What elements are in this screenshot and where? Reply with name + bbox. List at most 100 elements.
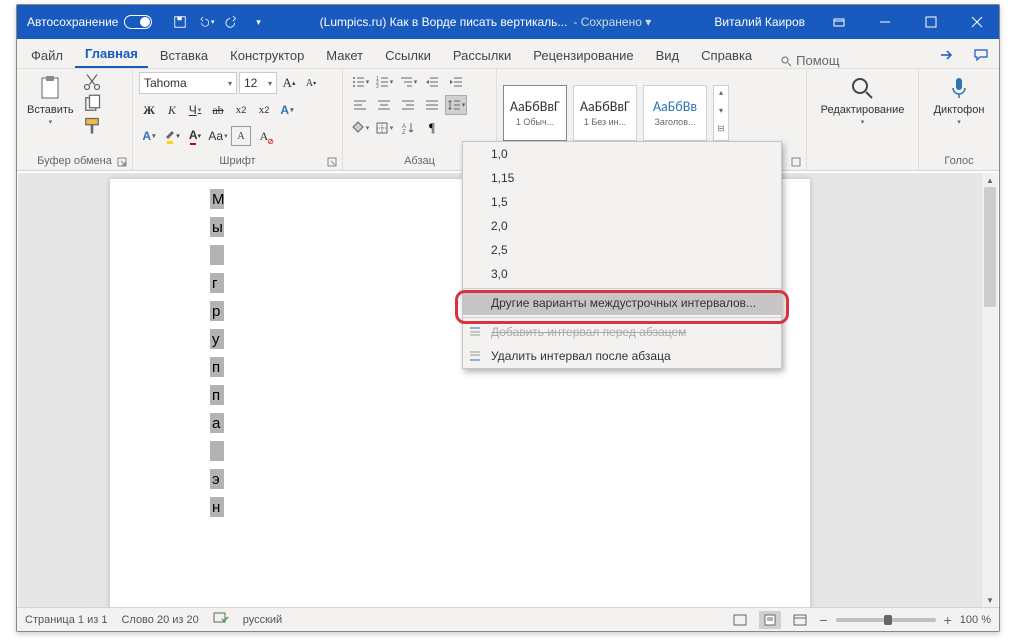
grow-font-icon[interactable]: A▴ xyxy=(279,73,299,93)
font-color-icon[interactable]: A▾ xyxy=(185,126,205,146)
style-no-spacing[interactable]: АаБбВвГ1 Без ин... xyxy=(573,85,637,141)
numbering-icon[interactable]: 123▾ xyxy=(373,72,395,92)
spacing-more-options[interactable]: Другие варианты междустрочных интервалов… xyxy=(463,291,781,315)
font-name-combo[interactable]: Tahoma▾ xyxy=(139,72,237,94)
find-button[interactable]: Редактирование ▾ xyxy=(817,72,909,128)
tab-file[interactable]: Файл xyxy=(21,42,73,68)
style-normal[interactable]: АаБбВвГ1 Обыч... xyxy=(503,85,567,141)
borders-icon[interactable]: ▾ xyxy=(373,118,395,138)
strikethrough-button[interactable]: ab xyxy=(208,100,228,120)
add-before-icon xyxy=(467,325,483,339)
copy-icon[interactable] xyxy=(82,94,102,114)
tab-view[interactable]: Вид xyxy=(646,42,690,68)
superscript-button[interactable]: x2 xyxy=(254,100,274,120)
font-size-combo[interactable]: 12▾ xyxy=(239,72,277,94)
zoom-out-icon[interactable]: − xyxy=(819,612,827,628)
spacing-3-0[interactable]: 3,0 xyxy=(463,262,781,286)
focus-mode-icon[interactable] xyxy=(729,611,751,629)
zoom-in-icon[interactable]: + xyxy=(944,612,952,628)
tab-mailings[interactable]: Рассылки xyxy=(443,42,521,68)
subscript-button[interactable]: x2 xyxy=(231,100,251,120)
highlight-icon[interactable]: ▾ xyxy=(162,126,182,146)
show-marks-icon[interactable]: ¶ xyxy=(421,118,443,138)
word-count[interactable]: Слово 20 из 20 xyxy=(121,614,198,626)
italic-button[interactable]: К xyxy=(162,100,182,120)
close-button[interactable] xyxy=(955,5,999,39)
comments-icon[interactable] xyxy=(963,42,999,68)
user-name[interactable]: Виталий Каиров xyxy=(704,15,815,29)
save-icon[interactable] xyxy=(172,14,188,30)
dictate-button[interactable]: Диктофон ▾ xyxy=(930,72,989,128)
tab-home[interactable]: Главная xyxy=(75,40,148,68)
tab-help[interactable]: Справка xyxy=(691,42,762,68)
title-bar: Автосохранение ▾ ▾ (Lumpics.ru) Как в Во… xyxy=(17,5,999,39)
cut-icon[interactable] xyxy=(82,72,102,92)
bullets-icon[interactable]: ▾ xyxy=(349,72,371,92)
styles-gallery-more[interactable]: ▴▾⊟ xyxy=(713,85,729,141)
text-effects2-icon[interactable]: A▾ xyxy=(139,126,159,146)
zoom-slider[interactable] xyxy=(836,618,936,622)
shading-icon[interactable]: ▾ xyxy=(349,118,371,138)
language-status[interactable]: русский xyxy=(243,614,282,626)
sort-icon[interactable]: AZ xyxy=(397,118,419,138)
styles-dialog-launcher[interactable] xyxy=(790,157,802,169)
scroll-thumb[interactable] xyxy=(984,187,996,307)
format-painter-icon[interactable] xyxy=(82,116,102,136)
voice-group-label: Голос xyxy=(925,153,993,169)
decrease-indent-icon[interactable] xyxy=(421,72,443,92)
clipboard-group-label: Буфер обмена xyxy=(23,153,126,169)
text-effects-icon[interactable]: A▾ xyxy=(277,100,297,120)
font-dialog-launcher[interactable] xyxy=(326,157,338,169)
underline-button[interactable]: Ч▾ xyxy=(185,100,205,120)
clipboard-dialog-launcher[interactable] xyxy=(116,157,128,169)
clear-format-icon[interactable]: A⊘ xyxy=(254,126,274,146)
clipboard-icon xyxy=(36,74,64,102)
paste-button[interactable]: Вставить ▾ xyxy=(23,72,78,128)
align-left-icon[interactable] xyxy=(349,95,371,115)
bold-button[interactable]: Ж xyxy=(139,100,159,120)
spacing-1-0[interactable]: 1,0 xyxy=(463,142,781,166)
remove-after-icon xyxy=(467,349,483,363)
svg-text:Z: Z xyxy=(402,130,406,135)
minimize-button[interactable] xyxy=(863,5,907,39)
spacing-2-5[interactable]: 2,5 xyxy=(463,238,781,262)
align-center-icon[interactable] xyxy=(373,95,395,115)
change-case-icon[interactable]: Aa▾ xyxy=(208,126,228,146)
ribbon-display-icon[interactable] xyxy=(817,5,861,39)
scroll-down-icon[interactable]: ▼ xyxy=(982,593,998,607)
style-heading1[interactable]: АаБбВвЗаголов... xyxy=(643,85,707,141)
document-text[interactable]: Мы группа эн xyxy=(210,189,224,525)
redo-icon[interactable] xyxy=(224,14,240,30)
multilevel-icon[interactable]: ▾ xyxy=(397,72,419,92)
remove-space-after[interactable]: Удалить интервал после абзаца xyxy=(463,344,781,368)
undo-icon[interactable]: ▾ xyxy=(198,14,214,30)
vertical-scrollbar[interactable]: ▲ ▼ xyxy=(982,173,998,607)
web-layout-icon[interactable] xyxy=(789,611,811,629)
tab-review[interactable]: Рецензирование xyxy=(523,42,643,68)
spacing-2-0[interactable]: 2,0 xyxy=(463,214,781,238)
spell-check-icon[interactable] xyxy=(213,611,229,628)
search-help[interactable]: Помощ xyxy=(780,53,839,68)
zoom-level[interactable]: 100 % xyxy=(960,614,991,626)
align-right-icon[interactable] xyxy=(397,95,419,115)
page-status[interactable]: Страница 1 из 1 xyxy=(25,614,107,626)
tab-design[interactable]: Конструктор xyxy=(220,42,314,68)
tab-layout[interactable]: Макет xyxy=(316,42,373,68)
print-layout-icon[interactable] xyxy=(759,611,781,629)
share-icon[interactable] xyxy=(927,42,963,68)
spacing-1-15[interactable]: 1,15 xyxy=(463,166,781,190)
scroll-up-icon[interactable]: ▲ xyxy=(982,173,998,187)
tab-references[interactable]: Ссылки xyxy=(375,42,441,68)
maximize-button[interactable] xyxy=(909,5,953,39)
search-icon xyxy=(848,74,876,102)
increase-indent-icon[interactable] xyxy=(445,72,467,92)
char-border-icon[interactable]: A xyxy=(231,126,251,146)
add-space-before[interactable]: Добавить интервал перед абзацем xyxy=(463,320,781,344)
qat-dropdown-icon[interactable]: ▾ xyxy=(250,14,266,30)
spacing-1-5[interactable]: 1,5 xyxy=(463,190,781,214)
tab-insert[interactable]: Вставка xyxy=(150,42,218,68)
autosave-toggle[interactable]: Автосохранение xyxy=(27,15,152,29)
justify-icon[interactable] xyxy=(421,95,443,115)
line-spacing-button[interactable]: ▾ xyxy=(445,95,467,115)
shrink-font-icon[interactable]: A▾ xyxy=(301,73,321,93)
